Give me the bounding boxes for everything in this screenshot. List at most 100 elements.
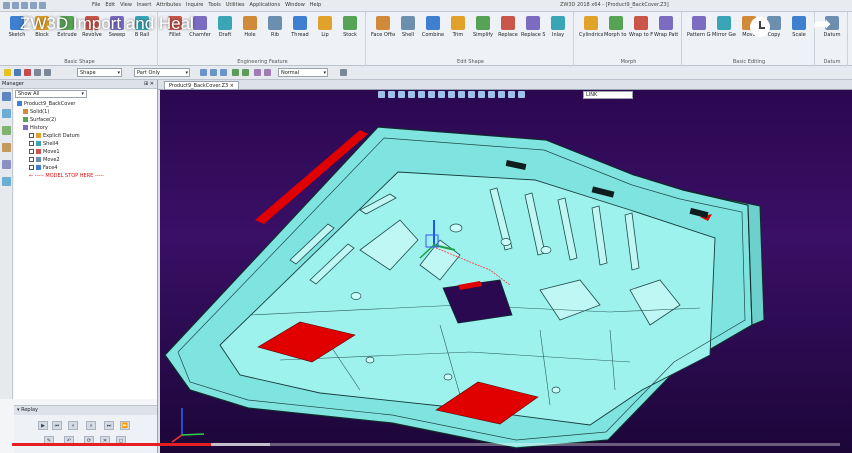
hole-button[interactable]: Hole — [238, 16, 262, 56]
attribute-icon[interactable] — [2, 143, 11, 152]
graphics-viewport[interactable]: LINK — [160, 90, 852, 453]
tree-node[interactable]: Surface(2) — [23, 117, 56, 124]
view-manager-icon[interactable] — [2, 126, 11, 135]
open-file-icon[interactable] — [12, 2, 19, 9]
draft-icon — [218, 16, 232, 30]
history-manager-icon[interactable] — [2, 92, 11, 101]
replace-self-button[interactable]: Replace Self — [521, 16, 545, 56]
model-stop-marker[interactable]: ← ----- MODEL STOP HERE ----- — [29, 173, 104, 180]
menu-tools[interactable]: Tools — [208, 2, 220, 8]
shape-filter-combo[interactable]: Shape ▾ — [77, 68, 122, 77]
ribbon-group-label: Morph — [620, 59, 637, 65]
thread-button[interactable]: Thread — [288, 16, 312, 56]
inlay-icon — [551, 16, 565, 30]
save-icon[interactable] — [21, 2, 28, 9]
simplify-button[interactable]: Simplify — [471, 16, 495, 56]
video-progress-bar[interactable] — [12, 443, 840, 446]
replay-prev-button[interactable]: « — [68, 421, 78, 430]
cylindrical-bend-button[interactable]: Cylindrical Bend — [579, 16, 603, 56]
shell-button[interactable]: Shell — [396, 16, 420, 56]
pick-body-icon[interactable] — [232, 69, 239, 76]
tree-node[interactable]: Move1 — [29, 149, 60, 156]
show-filter-combo[interactable]: Show All ▾ — [15, 90, 87, 98]
visibility-checkbox[interactable] — [29, 133, 34, 138]
stock-button[interactable]: Stock — [338, 16, 362, 56]
face-offset-button[interactable]: Face Offset — [371, 16, 395, 56]
menu-utilities[interactable]: Utilities — [226, 2, 245, 8]
pick-face-icon[interactable] — [220, 69, 227, 76]
wrap-pattern-to-faces-button[interactable]: Wrap Pattern to Faces — [654, 16, 678, 56]
tree-node[interactable]: History — [23, 125, 48, 132]
undo-icon[interactable] — [30, 2, 37, 9]
morph-to-curve-button[interactable]: Morph to Curve — [604, 16, 628, 56]
menu-insert[interactable]: Insert — [137, 2, 151, 8]
menu-inquire[interactable]: Inquire — [186, 2, 203, 8]
menu-applications[interactable]: Applications — [250, 2, 281, 8]
shape-filter-value: Shape — [80, 70, 96, 76]
menu-file[interactable]: File — [92, 2, 100, 8]
filter-options-icon[interactable] — [340, 69, 347, 76]
hole-icon — [243, 16, 257, 30]
visibility-checkbox[interactable] — [29, 149, 34, 154]
trim-button[interactable]: Trim — [446, 16, 470, 56]
replay-next-button[interactable]: » — [86, 421, 96, 430]
visibility-checkbox[interactable] — [29, 165, 34, 170]
combine-button[interactable]: Combine — [421, 16, 445, 56]
assembly-icon[interactable] — [2, 160, 11, 169]
tree-node[interactable]: Move2 — [29, 157, 60, 164]
clear-selection-icon[interactable] — [24, 69, 31, 76]
pick-sketch-icon[interactable] — [264, 69, 271, 76]
select-icon[interactable] — [14, 69, 21, 76]
document-tab[interactable]: Product9_BackCover.Z3 × — [164, 81, 239, 90]
redo-icon[interactable] — [39, 2, 46, 9]
visibility-checkbox[interactable] — [29, 141, 34, 146]
menu-help[interactable]: Help — [310, 2, 321, 8]
grid-icon[interactable] — [34, 69, 41, 76]
new-file-icon[interactable] — [3, 2, 10, 9]
pick-edge-icon[interactable] — [210, 69, 217, 76]
tree-node-icon — [23, 109, 28, 114]
pick-feature-icon[interactable] — [242, 69, 249, 76]
menu-edit[interactable]: Edit — [105, 2, 115, 8]
watch-later-icon[interactable] — [750, 17, 770, 37]
replay-play-button[interactable]: ▶ — [38, 421, 48, 430]
share-icon[interactable]: ➦ — [813, 14, 831, 36]
pick-point-icon[interactable] — [200, 69, 207, 76]
tree-node[interactable]: Shell4 — [29, 141, 58, 148]
replay-step-back-button[interactable]: ⏮ — [52, 421, 62, 430]
menu-view[interactable]: View — [120, 2, 132, 8]
draft-button[interactable]: Draft — [213, 16, 237, 56]
stock-icon — [343, 16, 357, 30]
replay-step-forward-button[interactable]: ⏭ — [104, 421, 114, 430]
tree-node[interactable]: Solid(1) — [23, 109, 49, 116]
tree-node[interactable]: Explicit Datum — [29, 133, 80, 140]
view-mode-combo[interactable]: Normal ▾ — [278, 68, 328, 77]
ribbon-button-label: Trim — [452, 32, 464, 38]
ribbon-button-label: Stock — [343, 32, 357, 38]
close-icon[interactable]: × — [230, 83, 234, 89]
pick-curve-icon[interactable] — [254, 69, 261, 76]
tree-node[interactable]: Face4 — [29, 165, 58, 172]
pattern-geometry-button[interactable]: Pattern Geometry — [687, 16, 711, 56]
inlay-button[interactable]: Inlay — [546, 16, 570, 56]
scale-button[interactable]: Scale — [787, 16, 811, 56]
video-title[interactable]: ZW3D Import and Heal — [20, 14, 194, 34]
part-filter-combo[interactable]: Part Only ▾ — [134, 68, 190, 77]
mirror-geometry-button[interactable]: Mirror Geometry — [712, 16, 736, 56]
replace-button[interactable]: Replace — [496, 16, 520, 56]
equation-icon[interactable] — [2, 177, 11, 186]
menu-window[interactable]: Window — [285, 2, 305, 8]
wrap-to-face-button[interactable]: Wrap to Face — [629, 16, 653, 56]
replay-end-button[interactable]: ⏩ — [120, 421, 130, 430]
menu-attributes[interactable]: Attributes — [156, 2, 181, 8]
ribbon-button-label: Face Offset — [371, 32, 395, 38]
rib-button[interactable]: Rib — [263, 16, 287, 56]
morph-to-curve-icon — [609, 16, 623, 30]
visibility-checkbox[interactable] — [29, 157, 34, 162]
pick-filter-icon[interactable] — [4, 69, 11, 76]
tree-node[interactable]: Product9_BackCover — [17, 101, 75, 108]
snap-icon[interactable] — [44, 69, 51, 76]
layer-manager-icon[interactable] — [2, 109, 11, 118]
lip-button[interactable]: Lip — [313, 16, 337, 56]
panel-pin-icon[interactable]: ⊞ ✕ — [144, 80, 154, 89]
